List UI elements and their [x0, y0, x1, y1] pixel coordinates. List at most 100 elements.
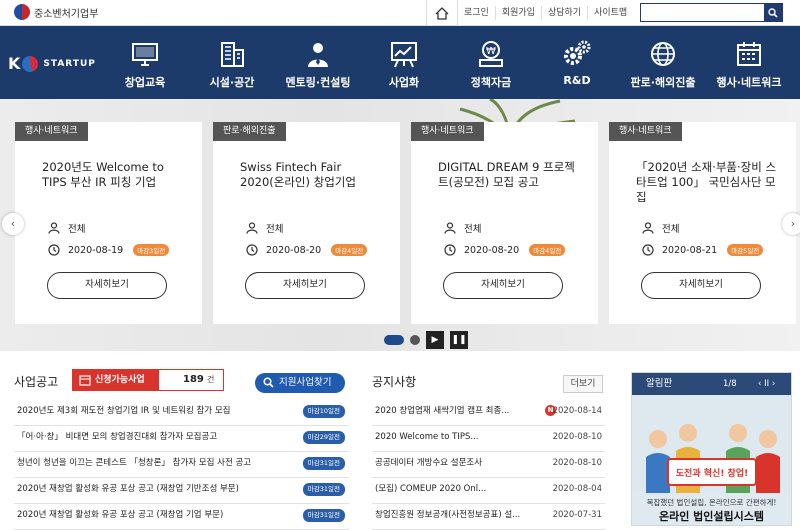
government-emblem-icon [14, 4, 30, 20]
apply-available-box[interactable]: 신청가능사업 189 건 [72, 369, 224, 391]
menu-rnd[interactable]: R&D [533, 26, 621, 99]
menu-facility[interactable]: 시설·공간 [188, 26, 276, 99]
card-target-text: 전체 [662, 224, 680, 235]
item-title[interactable]: (모집) COMEUP 2020 Onl... [375, 478, 486, 500]
detail-button[interactable]: 자세히보기 [641, 272, 761, 299]
menu-mentoring[interactable]: 멘토링·컨설팅 [274, 26, 362, 99]
detail-button[interactable]: 자세히보기 [245, 272, 365, 299]
list-item[interactable]: 2020 Welcome to TIPS... 2020-08-10 [372, 426, 605, 452]
sitemap-link[interactable]: 사이트맵 [588, 6, 633, 20]
slider-dot[interactable] [410, 335, 420, 345]
detail-button[interactable]: 자세히보기 [47, 272, 167, 299]
signup-link[interactable]: 회원가입 [496, 6, 542, 20]
card-title[interactable]: DIGITAL DREAM 9 프로젝트(공모전) 모집 공고 [438, 160, 583, 190]
login-link[interactable]: 로그인 [458, 6, 496, 20]
event-card[interactable]: 행사·네트워크 DIGITAL DREAM 9 프로젝트(공모전) 모집 공고 … [411, 122, 598, 324]
item-title[interactable]: 청년이 청년을 이끄는 콘테스트 「청창론」 참가자 모집 사전 공고 [17, 452, 251, 474]
item-title[interactable]: 2020년도 제3회 재도전 창업기업 IR 및 네트워킹 참가 모집 [17, 400, 230, 422]
item-title[interactable]: 2020년 재창업 활성화 유공 포상 공고 (재창업 기반조성 부문) [17, 478, 239, 500]
slider-next-button[interactable]: › [782, 213, 800, 235]
deadline-badge: 마감4일전 [529, 244, 566, 256]
item-date: 2020-08-04 [552, 484, 602, 494]
item-title[interactable]: 창업진흥원 정보공개(사전정보공표) 설... [375, 504, 520, 526]
card-title[interactable]: 2020년도 Welcome to TIPS 부산 IR 피칭 기업 [42, 160, 187, 190]
person-icon [48, 222, 60, 234]
calendar-icon [79, 375, 91, 386]
list-item[interactable]: (모집) COMEUP 2020 Onl... 2020-08-04 [372, 478, 605, 504]
menu-commercialization[interactable]: 사업화 [360, 26, 448, 99]
list-item[interactable]: 「어·아·창」 비대면 모의 창업경진대회 참가자 모집공고 마감29일전 [14, 426, 349, 452]
item-date: 2020-08-10 [552, 458, 602, 468]
item-title[interactable]: 「어·아·창」 비대면 모의 창업경진대회 참가자 모집공고 [17, 426, 217, 448]
item-title[interactable]: 2020 Welcome to TIPS... [375, 426, 478, 448]
board-headline: 온라인 법인설립시스템 [658, 510, 765, 523]
apply-label: 신청가능사업 [73, 370, 159, 390]
search-box [640, 3, 783, 22]
list-item[interactable]: 2020년도 제3회 재도전 창업기업 IR 및 네트워킹 참가 모집 마감10일… [14, 400, 349, 426]
card-target-text: 전체 [266, 224, 284, 235]
notice-board[interactable]: 알림판 1/8 ‹ ⅠⅠ › 도전과 혁신! 창업! 복잡했던 법인설립, 온라… [631, 372, 792, 526]
top-bar: 중소벤처기업부 로그인 회원가입 상담하기 사이트맵 [0, 0, 800, 26]
list-item[interactable]: 청년이 청년을 이끄는 콘테스트 「청창론」 참가자 모집 사전 공고 마감31일… [14, 452, 349, 478]
mentor-icon [308, 43, 328, 67]
notice-list: 2020 창업염재 새싹기업 캠프 최종... N 2020-08-14 2020 … [372, 400, 605, 530]
banner-illustration: 도전과 혁신! 창업! [632, 395, 791, 493]
list-item[interactable]: 2020 창업염재 새싹기업 캠프 최종... N 2020-08-14 [372, 400, 605, 426]
money-icon: ₩ [479, 41, 503, 67]
ministry-logo[interactable]: 중소벤처기업부 [14, 4, 98, 20]
item-title[interactable]: 공공데이터 개방수요 설문조사 [375, 452, 482, 474]
k-startup-logo[interactable]: K STARTUP [8, 54, 96, 73]
card-title[interactable]: 「2020년 소재·부품·장비 스타트업 100」 국민심사단 모집 [636, 160, 781, 205]
menu-label: 멘토링·컨설팅 [285, 76, 351, 89]
item-title[interactable]: 2020 창업염재 새싹기업 캠프 최종... [375, 400, 509, 422]
list-item[interactable]: 2020년 재창업 활성화 유공 포상 공고 (재창업 기업 부문) 마감31일전 [14, 504, 349, 530]
menu-policy-fund[interactable]: ₩ 정책자금 [447, 26, 535, 99]
card-target: 전체 [246, 221, 283, 235]
card-tag: 행사·네트워크 [15, 122, 88, 141]
list-item[interactable]: 창업진흥원 정보공개(사전정보공표) 설... 2020-07-31 [372, 504, 605, 530]
home-icon[interactable] [426, 0, 458, 26]
gears-icon [564, 40, 591, 65]
card-date: 2020-08-20 마감4일전 [246, 244, 368, 256]
slider-dot-active[interactable] [384, 335, 404, 345]
notice-more-button[interactable]: 더보기 [563, 375, 603, 393]
clock-icon [246, 244, 258, 256]
menu-label: 시설·공간 [209, 76, 255, 89]
event-card[interactable]: 행사·네트워크 「2020년 소재·부품·장비 스타트업 100」 국민심사단 … [609, 122, 796, 324]
list-item[interactable]: 공공데이터 개방수요 설문조사 2020-08-10 [372, 452, 605, 478]
menu-label: 판로·해외진출 [630, 76, 696, 89]
consult-link[interactable]: 상담하기 [542, 6, 589, 20]
deadline-badge: 마감31일전 [302, 457, 345, 470]
list-item[interactable]: 2020년 재창업 활성화 유공 포상 공고 (재창업 기반조성 부문) 마감31… [14, 478, 349, 504]
pause-button[interactable]: ❚❚ [450, 331, 468, 349]
deadline-badge: 마감3일전 [133, 244, 170, 256]
deadline-badge: 마감31일전 [302, 509, 345, 522]
menu-events[interactable]: 행사·네트워크 [705, 26, 793, 99]
main-nav: K STARTUP 창업교육 시설·공간 멘토링·컨설팅 사업화 ₩ 정책자금 … [0, 26, 800, 99]
item-date: 2020-08-14 [552, 406, 602, 416]
board-controls[interactable]: ‹ ⅠⅠ › [758, 373, 775, 395]
search-icon [768, 7, 778, 18]
find-support-button[interactable]: 지원사업찾기 [255, 373, 345, 393]
event-card[interactable]: 판로·해외진출 Swiss Fintech Fair 2020(온라인) 창업기… [213, 122, 400, 324]
item-title[interactable]: 2020년 재창업 활성화 유공 포상 공고 (재창업 기업 부문) [17, 504, 223, 526]
clock-icon [444, 244, 456, 256]
clock-icon [48, 244, 60, 256]
apply-count: 189 [183, 374, 204, 385]
detail-button[interactable]: 자세히보기 [443, 272, 563, 299]
globe-icon [651, 42, 675, 66]
slider-prev-button[interactable]: ‹ [2, 213, 24, 235]
play-button[interactable]: ▶ [426, 331, 444, 349]
menu-education[interactable]: 창업교육 [101, 26, 189, 99]
card-title[interactable]: Swiss Fintech Fair 2020(온라인) 창업기업 [240, 160, 385, 190]
biz-list: 2020년도 제3회 재도전 창업기업 IR 및 네트워킹 참가 모집 마감10일… [14, 400, 349, 530]
menu-global[interactable]: 판로·해외진출 [619, 26, 707, 99]
search-input[interactable] [641, 4, 765, 21]
deadline-badge: 마감10일전 [302, 405, 345, 418]
event-card[interactable]: 행사·네트워크 2020년도 Welcome to TIPS 부산 IR 피칭 … [15, 122, 202, 324]
chevron-right-icon: › [790, 217, 796, 230]
play-icon: ▶ [431, 335, 439, 345]
calendar-icon [737, 42, 761, 66]
deadline-badge: 마감29일전 [302, 431, 345, 444]
search-button[interactable] [764, 4, 782, 21]
